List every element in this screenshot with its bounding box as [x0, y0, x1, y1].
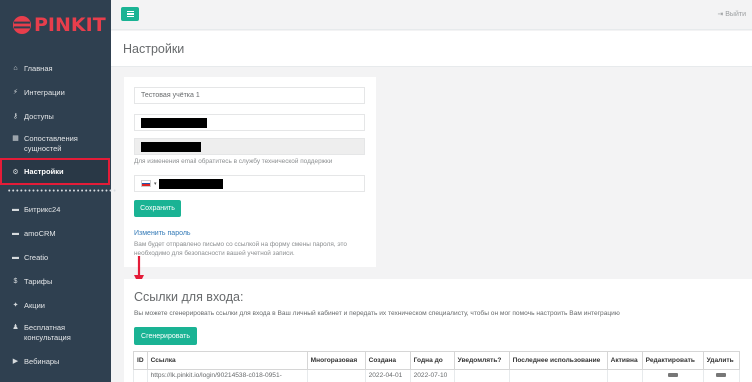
russia-flag-icon[interactable]: ▾ — [141, 180, 157, 187]
column-header-last-used: Последнее использование — [508, 351, 608, 370]
cell-edit[interactable] — [641, 369, 704, 382]
sidebar-item-integrations[interactable]: ⚡ Интеграции — [0, 80, 111, 104]
creatio-icon: ▬ — [12, 253, 19, 261]
column-header-created: Создана — [364, 351, 411, 370]
save-button[interactable]: Сохранить — [134, 200, 181, 217]
edit-icon[interactable] — [667, 373, 678, 377]
sidebar-item-label: Creatio — [24, 252, 49, 262]
sidebar-item-creatio[interactable]: ▬ Creatio — [0, 245, 111, 269]
column-header-edit: Редактировать — [641, 351, 704, 370]
logo[interactable]: PINKIT — [0, 0, 111, 50]
pinkit-logo-icon — [13, 16, 31, 34]
cell-link[interactable]: https://lk.pinkit.io/login/90214538-c018… — [146, 369, 308, 382]
email-field — [134, 138, 365, 155]
cell-id — [133, 369, 148, 382]
sidebar-separator: ••••••••••••••••••••••••••• — [8, 187, 118, 195]
sidebar-item-label: Настройки — [24, 167, 64, 176]
login-links-table: ID Ссылка Многоразовая Создана Годна до … — [133, 351, 740, 382]
sidebar-item-access[interactable]: ⚷ Доступы — [0, 104, 111, 128]
sidebar: PINKIT ⌂ Главная ⚡ Интеграции ⚷ Доступы … — [0, 0, 118, 382]
change-password-link[interactable]: Изменить пароль — [134, 230, 191, 237]
sidebar-item-label: Акции — [24, 300, 45, 310]
sidebar-item-label: Бесплатная консультация — [24, 323, 71, 342]
sidebar-item-label: Вебинары — [24, 356, 60, 366]
sidebar-item-label: Тарифы — [24, 276, 53, 286]
redacted-value — [141, 141, 201, 152]
hamburger-icon — [126, 10, 134, 12]
column-header-active: Активна — [606, 351, 643, 370]
sidebar-item-amocrm[interactable]: ▬ amoCRM — [0, 221, 111, 245]
cell-created: 2022-04-01 — [364, 369, 411, 382]
table-row: https://lk.pinkit.io/login/90214538-c018… — [133, 369, 740, 382]
sidebar-item-mappings[interactable]: ▦ Сопоставления сущностей — [0, 128, 111, 158]
cell-notify — [453, 369, 510, 382]
phone-input[interactable]: ▾ — [134, 175, 365, 192]
column-header-notify: Уведомлять? — [453, 351, 510, 370]
login-links-title: Ссылки для входа: — [134, 290, 244, 304]
cell-delete[interactable] — [702, 369, 740, 382]
sidebar-item-home[interactable]: ⌂ Главная — [0, 56, 111, 80]
table-header-row: ID Ссылка Многоразовая Создана Годна до … — [133, 351, 740, 370]
home-icon: ⌂ — [13, 64, 18, 72]
gift-icon: ✦ — [12, 302, 19, 309]
sidebar-nav: ⌂ Главная ⚡ Интеграции ⚷ Доступы ▦ Сопос… — [0, 56, 118, 373]
email-hint: Для изменения email обратитесь в службу … — [134, 158, 333, 165]
redacted-value — [159, 178, 223, 189]
user-icon: ♟ — [12, 324, 19, 331]
login-links-description: Вы можете сгенерировать ссылки для входа… — [134, 310, 620, 317]
sidebar-item-bitrix24[interactable]: ▬ Битрикс24 — [0, 197, 111, 221]
settings-card: Тестовая учётка 1 Для изменения email об… — [124, 77, 376, 267]
redacted-value — [141, 117, 207, 128]
column-header-valid-until: Годна до — [409, 351, 455, 370]
password-hint: Вам будет отправлено письмо со ссылкой н… — [134, 241, 347, 257]
column-header-delete: Удалить — [702, 351, 740, 370]
sidebar-item-label: Доступы — [24, 111, 54, 121]
hamburger-menu-button[interactable] — [121, 7, 139, 21]
column-header-link: Ссылка — [146, 351, 308, 370]
topbar: ⇥ Выйти — [111, 0, 752, 30]
amocrm-icon: ▬ — [12, 229, 19, 237]
sidebar-item-webinars[interactable]: ▶ Вебинары — [0, 349, 111, 373]
sidebar-item-consultation[interactable]: ♟ Бесплатная консультация — [0, 317, 111, 349]
account-name-input[interactable]: Тестовая учётка 1 — [134, 87, 365, 104]
page-title: Настройки — [123, 42, 185, 56]
sidebar-item-promotions[interactable]: ✦ Акции — [0, 293, 111, 317]
bitrix-icon: ▬ — [12, 205, 19, 213]
cell-reusable — [306, 369, 366, 382]
sidebar-item-label: Битрикс24 — [24, 204, 61, 214]
sidebar-item-label: Главная — [24, 63, 53, 73]
logout-link[interactable]: ⇥ Выйти — [717, 10, 746, 18]
page-heading: Настройки — [111, 31, 752, 67]
sidebar-item-tariffs[interactable]: $ Тарифы — [0, 269, 111, 293]
cell-valid-until: 2022-07-10 — [409, 369, 455, 382]
column-header-id: ID — [133, 351, 148, 370]
cell-active — [606, 369, 643, 382]
video-icon: ▶ — [12, 358, 19, 365]
generate-button[interactable]: Сгенерировать — [134, 327, 197, 345]
trash-icon[interactable] — [716, 373, 727, 377]
table-icon: ▦ — [12, 135, 19, 142]
brand-name: PINKIT — [34, 14, 106, 36]
dollar-icon: $ — [13, 277, 18, 285]
cell-last-used — [508, 369, 608, 382]
sidebar-item-label: Сопоставления сущностей — [24, 134, 78, 153]
name-input[interactable] — [134, 114, 365, 131]
column-header-reusable: Многоразовая — [306, 351, 366, 370]
sidebar-item-settings[interactable]: ⚙ Настройки — [0, 158, 110, 185]
login-links-card: Ссылки для входа: Вы можете сгенерироват… — [124, 279, 752, 382]
sidebar-item-label: Интеграции — [24, 87, 65, 97]
gears-icon: ⚙ — [12, 168, 19, 176]
key-icon: ⚷ — [12, 113, 19, 120]
plug-icon: ⚡ — [13, 89, 18, 96]
sidebar-item-label: amoCRM — [24, 228, 56, 238]
